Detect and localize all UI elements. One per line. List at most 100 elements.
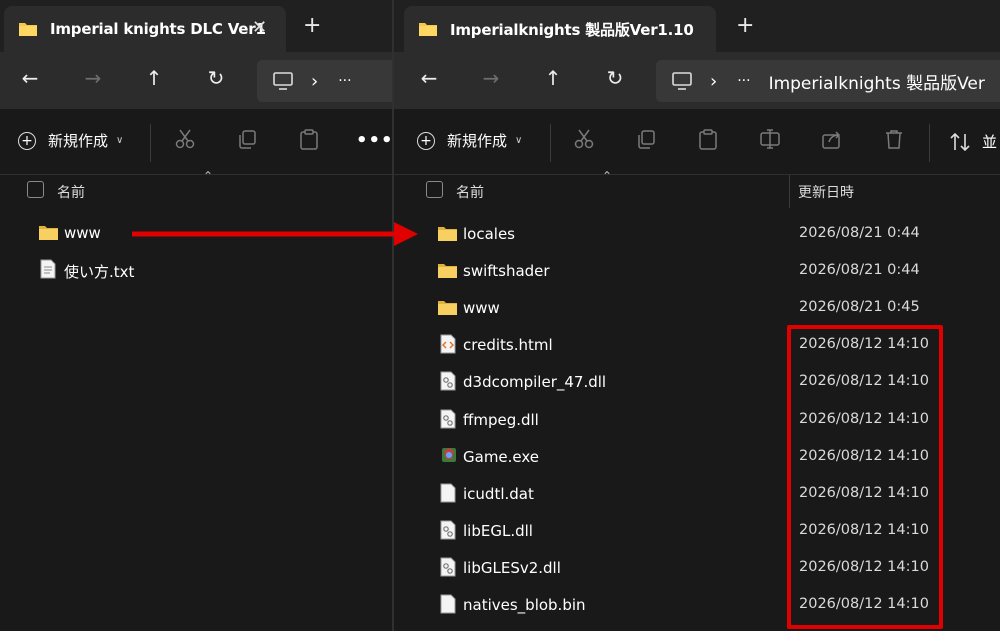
file-name: 使い方.txt: [64, 263, 135, 281]
folder-icon: [437, 225, 458, 246]
rename-icon[interactable]: [759, 128, 781, 150]
name-column-header[interactable]: 名前: [57, 182, 85, 202]
share-icon[interactable]: [821, 128, 843, 150]
file-name: www: [463, 299, 500, 318]
monitor-icon: [672, 72, 692, 90]
new-button[interactable]: + 新規作成 ∨: [417, 130, 522, 151]
new-tab-button[interactable]: +: [736, 13, 754, 38]
file-name: Game.exe: [463, 447, 540, 466]
file-name: www: [64, 224, 101, 242]
file-list-header: 名前 ⌃: [0, 169, 392, 208]
forward-button[interactable]: →: [80, 66, 106, 90]
sort-button[interactable]: 並: [950, 131, 997, 152]
file-name: locales: [463, 225, 515, 243]
game-exe-icon: [440, 446, 458, 468]
date-column-header[interactable]: 更新日時: [798, 182, 854, 202]
refresh-button[interactable]: ↻: [203, 66, 229, 90]
new-tab-button[interactable]: +: [303, 13, 321, 38]
tab-title: Imperial knights DLC Ver1: [50, 20, 266, 38]
copy-icon[interactable]: [635, 128, 657, 150]
new-button-label: 新規作成: [447, 132, 508, 150]
dll-file-icon: [440, 557, 456, 581]
file-name: credits.html: [463, 336, 553, 355]
file-date: 2026/08/21 0:44: [799, 262, 920, 279]
file-name: icudtl.dat: [463, 484, 534, 503]
file-list-header: 名前 ⌃ 更新日時: [394, 169, 1000, 208]
toolbar-divider: [550, 124, 551, 162]
sort-button-label: 並: [982, 133, 998, 151]
folder-icon: [419, 23, 437, 36]
dll-file-icon: [440, 520, 456, 544]
toolbar-divider: [929, 124, 930, 162]
file-name: d3dcompiler_47.dll: [463, 373, 607, 392]
up-button[interactable]: ↑: [540, 66, 566, 90]
new-button-label: 新規作成: [48, 132, 109, 150]
blank-file-icon: [440, 483, 456, 507]
address-bar[interactable]: › ···: [257, 60, 392, 102]
monitor-icon: [273, 72, 293, 90]
file-name: swiftshader: [463, 262, 550, 281]
title-bar: Imperial knights DLC Ver1 ✕ +: [0, 0, 392, 52]
tab-imperial-knights-dlc[interactable]: Imperial knights DLC Ver1 ✕: [4, 6, 286, 52]
file-name: libEGL.dll: [463, 521, 533, 540]
cut-icon[interactable]: [174, 128, 196, 150]
command-bar: + 新規作成 ∨ •••: [0, 110, 392, 175]
new-button[interactable]: + 新規作成 ∨: [18, 130, 123, 151]
plus-circle-icon: +: [417, 131, 435, 150]
navigation-bar: ← → ↑ ↻ › ··· Imperialknights 製品版Ver: [394, 52, 1000, 109]
folder-icon: [39, 226, 58, 240]
chevron-down-icon: ∨: [116, 135, 124, 146]
select-all-checkbox[interactable]: [426, 181, 443, 198]
list-item[interactable]: locales 2026/08/21 0:44: [394, 215, 1000, 252]
address-path[interactable]: Imperialknights 製品版Ver: [769, 69, 985, 94]
up-button[interactable]: ↑: [141, 66, 167, 90]
blank-file-icon: [440, 594, 456, 618]
back-button[interactable]: ←: [416, 66, 442, 90]
folder-icon: [437, 299, 458, 320]
breadcrumb-chevron-icon[interactable]: ›: [710, 71, 717, 92]
folder-icon: [437, 262, 458, 283]
cut-icon[interactable]: [573, 128, 595, 150]
copy-icon[interactable]: [236, 128, 258, 150]
more-options-button[interactable]: •••: [356, 130, 392, 151]
close-tab-icon[interactable]: ✕: [252, 17, 267, 38]
breadcrumb-overflow-button[interactable]: ···: [737, 73, 750, 89]
breadcrumb-chevron-icon[interactable]: ›: [311, 71, 318, 92]
select-all-checkbox[interactable]: [27, 181, 44, 198]
refresh-button[interactable]: ↻: [602, 66, 628, 90]
paste-icon[interactable]: [298, 128, 320, 150]
paste-icon[interactable]: [697, 128, 719, 150]
title-bar: Imperialknights 製品版Ver1.10 +: [394, 0, 1000, 52]
text-file-icon: [40, 259, 56, 279]
dll-file-icon: [440, 371, 456, 395]
breadcrumb-overflow-button[interactable]: ···: [338, 73, 351, 89]
name-column-header[interactable]: 名前: [456, 182, 484, 202]
file-date: 2026/08/21 0:44: [799, 225, 920, 241]
file-name: natives_blob.bin: [463, 596, 586, 614]
forward-button[interactable]: →: [478, 66, 504, 90]
tab-imperialknights-release[interactable]: Imperialknights 製品版Ver1.10: [404, 6, 716, 52]
chevron-down-icon: ∨: [515, 135, 523, 146]
address-bar[interactable]: › ··· Imperialknights 製品版Ver: [656, 60, 1000, 102]
file-name: ffmpeg.dll: [463, 410, 539, 429]
left-explorer-window: Imperial knights DLC Ver1 ✕ + ← → ↑ ↻ › …: [0, 0, 392, 631]
sort-caret-icon: ⌃: [602, 169, 613, 183]
navigation-bar: ← → ↑ ↻ › ···: [0, 52, 392, 109]
tab-title: Imperialknights 製品版Ver1.10: [450, 20, 694, 39]
delete-icon[interactable]: [883, 128, 905, 150]
sort-icon: [950, 132, 970, 151]
command-bar: + 新規作成 ∨ 並: [394, 110, 1000, 175]
file-date: 2026/08/21 0:45: [799, 299, 920, 316]
list-item[interactable]: www 2026/08/21 0:45: [394, 289, 1000, 326]
column-separator: [789, 175, 790, 208]
back-button[interactable]: ←: [17, 66, 43, 90]
dll-file-icon: [440, 409, 456, 433]
html-file-icon: [440, 334, 456, 358]
red-arrow-annotation: [132, 222, 418, 246]
sort-caret-icon: ⌃: [203, 169, 214, 183]
folder-icon: [19, 23, 37, 36]
list-item[interactable]: swiftshader 2026/08/21 0:44: [394, 252, 1000, 289]
file-name: libGLESv2.dll: [463, 558, 561, 577]
plus-circle-icon: +: [18, 131, 36, 150]
list-item[interactable]: 使い方.txt: [0, 251, 392, 288]
